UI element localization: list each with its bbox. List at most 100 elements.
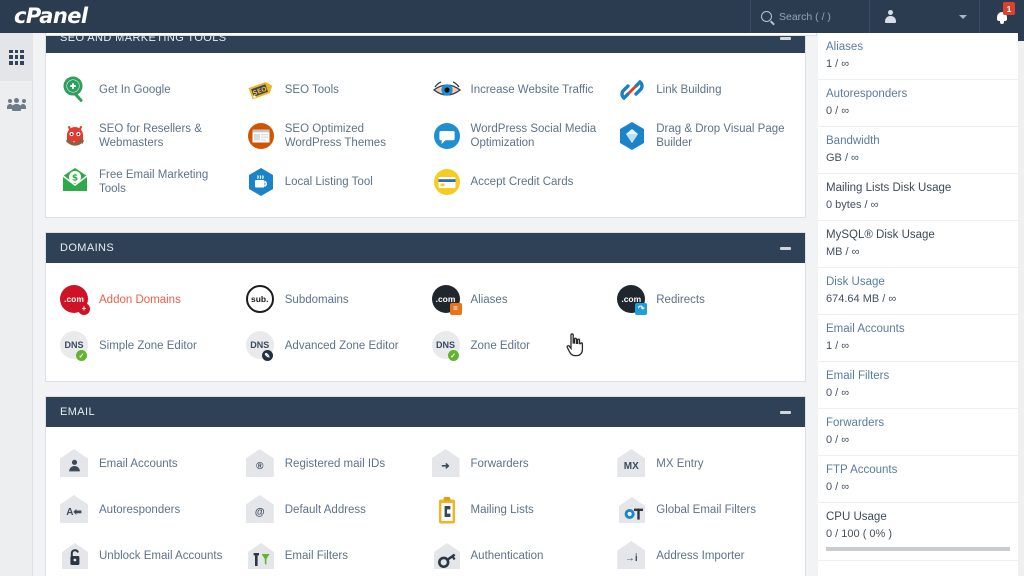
at-sign-icon: @: [245, 495, 276, 525]
stat-label: Disk Usage: [826, 276, 885, 288]
tile-aliases[interactable]: .com = Aliases: [426, 277, 612, 323]
stat-email-filters[interactable]: Email Filters 0 / ∞: [818, 362, 1018, 409]
tile-email-accounts[interactable]: Email Accounts: [54, 441, 240, 487]
coffee-cup-hex-icon: [246, 167, 276, 197]
stat-value: 0 / ∞: [826, 434, 850, 446]
tile-label: Redirects: [656, 293, 705, 306]
mx-entry-icon: MX: [617, 449, 647, 479]
money-envelope-icon: $: [60, 167, 90, 197]
autoresponder-icon: A⬅: [60, 495, 90, 525]
tile-authentication[interactable]: Authentication: [426, 533, 612, 576]
tile-label: SEO Tools: [284, 83, 339, 96]
tile-label: Subdomains: [284, 293, 349, 306]
magnifier-plus-icon: [60, 75, 90, 105]
stat-bandwidth[interactable]: Bandwidth GB / ∞: [818, 127, 1018, 174]
stat-aliases[interactable]: Aliases 1 / ∞: [818, 33, 1018, 80]
user-menu[interactable]: [870, 0, 980, 33]
stat-value: 1 / ∞: [826, 340, 850, 352]
tile-seo-for-resellers-webmasters[interactable]: SEO for Resellers & Webmasters: [54, 113, 240, 159]
stat-value: MB / ∞: [826, 246, 860, 258]
tile-label: Mailing Lists: [470, 503, 534, 516]
tile-free-email-marketing-tools[interactable]: $ Free Email Marketing Tools: [54, 159, 240, 205]
tile-label: Zone Editor: [470, 339, 530, 352]
tile-email-filters[interactable]: Email Filters: [240, 533, 426, 576]
stat-disk-usage[interactable]: Disk Usage 674.64 MB / ∞: [818, 268, 1018, 315]
tile-advanced-zone-editor[interactable]: DNS ✎ Advanced Zone Editor: [240, 323, 426, 369]
tile-get-in-google[interactable]: Get In Google: [54, 67, 240, 113]
tile-global-email-filters[interactable]: Global Email Filters: [611, 487, 797, 533]
page-scrollbar[interactable]: [1018, 33, 1024, 576]
tile-link-building[interactable]: Link Building: [611, 67, 797, 113]
top-header-bar: cPanel Search ( / ) 1: [0, 0, 1024, 33]
stat-label: CPU Usage: [826, 511, 887, 523]
tile-autoresponders[interactable]: A⬅ Autoresponders: [54, 487, 240, 533]
tile-zone-editor[interactable]: DNS ✓ Zone Editor: [426, 323, 612, 369]
cpanel-logo[interactable]: cPanel: [0, 6, 100, 27]
notifications-button[interactable]: 1: [980, 0, 1024, 33]
tile-subdomains[interactable]: sub. Subdomains: [240, 277, 426, 323]
import-arrow-icon: →i: [617, 541, 647, 571]
speech-bubble-icon: [432, 121, 462, 151]
tile-address-importer[interactable]: →i Address Importer: [611, 533, 797, 576]
tile-simple-zone-editor[interactable]: DNS ✓ Simple Zone Editor: [54, 323, 240, 369]
dns-zone-icon: DNS ✓: [431, 331, 462, 361]
stat-value: GB / ∞: [826, 152, 859, 164]
stat-label: Forwarders: [826, 417, 885, 429]
tile-forwarders[interactable]: ➜ Forwarders: [426, 441, 612, 487]
tile-local-listing-tool[interactable]: Local Listing Tool: [240, 159, 426, 205]
sidebar-item-user-manager[interactable]: [0, 81, 33, 129]
tile-label: Accept Credit Cards: [470, 175, 574, 188]
tile-unblock-email-accounts[interactable]: Unblock Email Accounts: [54, 533, 240, 576]
sections-container: SEO AND MARKETING TOOLS Get In Google SE…: [45, 0, 806, 576]
seo-tag-icon: SEO: [246, 75, 276, 105]
stat-label: Email Filters: [826, 370, 890, 382]
main-content-area: SEO AND MARKETING TOOLS Get In Google SE…: [33, 0, 818, 576]
tile-accept-credit-cards[interactable]: Accept Credit Cards: [426, 159, 612, 205]
sidebar-item-apps[interactable]: [0, 33, 33, 81]
tile-label: Link Building: [656, 83, 722, 96]
tile-increase-website-traffic[interactable]: Increase Website Traffic: [426, 67, 612, 113]
page-scrollbar-thumb[interactable]: [1018, 33, 1024, 41]
tile-seo-optimized-wordpress-themes[interactable]: SEO Optimized WordPress Themes: [240, 113, 426, 159]
stat-forwarders[interactable]: Forwarders 0 / ∞: [818, 409, 1018, 456]
filter-funnel-icon: [246, 541, 276, 571]
tile-drag-drop-visual-page-builder[interactable]: Drag & Drop Visual Page Builder: [611, 113, 797, 159]
brand-text: cPanel: [14, 4, 88, 28]
diamond-hex-icon: [617, 121, 647, 151]
tile-registered-mail-ids[interactable]: ® Registered mail IDs: [240, 441, 426, 487]
tile-mailing-lists[interactable]: Mailing Lists: [426, 487, 612, 533]
credit-card-icon: [432, 167, 462, 197]
chain-link-icon: [617, 75, 647, 105]
panel-title: DOMAINS: [60, 242, 115, 254]
chevron-down-icon: [959, 14, 967, 19]
collapse-minus-icon[interactable]: [780, 410, 791, 414]
tile-label: Free Email Marketing Tools: [99, 168, 209, 195]
collapse-minus-icon[interactable]: [780, 246, 791, 250]
tile-default-address[interactable]: @ Default Address: [240, 487, 426, 533]
key-icon: [432, 541, 462, 571]
panel-email: EMAIL Email Accounts ® Registered mail IDs…: [45, 396, 806, 576]
tile-label: Autoresponders: [99, 503, 181, 516]
tile-seo-tools[interactable]: SEO SEO Tools: [240, 67, 426, 113]
panel-domains: DOMAINS .com + Addon Domains sub. Subdomains…: [45, 232, 806, 382]
stat-ftp-accounts[interactable]: FTP Accounts 0 / ∞: [818, 456, 1018, 503]
search-input[interactable]: Search ( / ): [750, 0, 870, 33]
stat-value: 0 bytes / ∞: [826, 199, 879, 211]
tile-wordpress-social-media-optimization[interactable]: WordPress Social Media Optimization: [426, 113, 612, 159]
stat-label: Autoresponders: [826, 88, 908, 100]
notification-badge: 1: [1003, 2, 1015, 15]
stat-email-accounts[interactable]: Email Accounts 1 / ∞: [818, 315, 1018, 362]
collapse-minus-icon[interactable]: [780, 36, 791, 40]
stat-autoresponders[interactable]: Autoresponders 0 / ∞: [818, 80, 1018, 127]
tile-redirects[interactable]: .com ↷ Redirects: [611, 277, 797, 323]
tile-label: Authentication: [470, 549, 544, 562]
browser-window-icon: [246, 121, 276, 151]
tile-mx-entry[interactable]: MX MX Entry: [611, 441, 797, 487]
stat-value: 0 / ∞: [826, 481, 850, 493]
search-placeholder: Search ( / ): [779, 10, 831, 23]
panel-header-domains: DOMAINS: [46, 233, 805, 263]
domain-redirect-icon: .com ↷: [617, 285, 648, 315]
tile-label: Global Email Filters: [656, 503, 756, 516]
tile-addon-domains[interactable]: .com + Addon Domains: [54, 277, 240, 323]
search-icon: [761, 11, 772, 22]
